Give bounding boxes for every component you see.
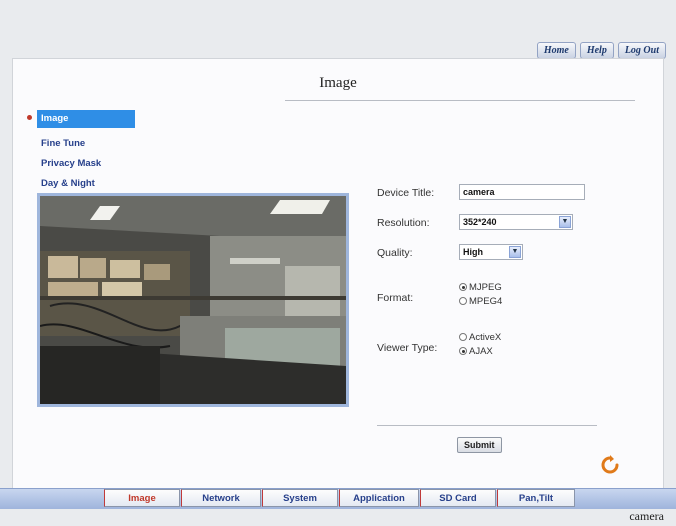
viewer-option-ajax[interactable]: AJAX: [459, 344, 501, 358]
tab-network[interactable]: Network: [181, 489, 261, 507]
viewer-type-label: Viewer Type:: [377, 342, 438, 354]
title-divider: [285, 100, 635, 101]
resolution-label: Resolution:: [377, 217, 430, 229]
form-divider: [377, 425, 597, 426]
chevron-down-icon: ▼: [559, 216, 571, 228]
home-button[interactable]: Home: [536, 42, 576, 59]
radio-unselected-icon: [459, 333, 467, 341]
side-menu: Image Fine Tune Privacy Mask Day & Night: [37, 110, 135, 195]
radio-selected-icon: [459, 347, 467, 355]
radio-selected-icon: [459, 283, 467, 291]
viewer-option-activex[interactable]: ActiveX: [459, 330, 501, 344]
page-title: Image: [319, 75, 357, 91]
main-tabs: Image Network System Application SD Card…: [104, 489, 576, 507]
top-navigation: Home Help Log Out: [536, 42, 666, 59]
tab-system[interactable]: System: [262, 489, 338, 507]
menu-item-fine-tune[interactable]: Fine Tune: [37, 135, 135, 149]
refresh-icon[interactable]: [600, 455, 620, 477]
menu-bullet-icon: [27, 115, 32, 120]
camera-live-view: [37, 193, 349, 407]
tab-image[interactable]: Image: [104, 489, 180, 507]
menu-item-day-night[interactable]: Day & Night: [37, 175, 135, 189]
quality-label: Quality:: [377, 247, 413, 259]
tab-pan-tilt[interactable]: Pan,Tilt: [497, 489, 575, 507]
main-panel: Image Image Fine Tune Privacy Mask Day &…: [12, 58, 664, 490]
viewer-option-activex-label: ActiveX: [469, 331, 502, 343]
resolution-select[interactable]: 352*240 ▼: [459, 214, 573, 230]
format-option-mpeg4[interactable]: MPEG4: [459, 294, 502, 308]
format-option-mjpeg-label: MJPEG: [469, 281, 502, 293]
format-option-mpeg4-label: MPEG4: [469, 295, 503, 307]
chevron-down-icon: ▼: [509, 246, 521, 258]
resolution-value: 352*240: [463, 217, 497, 227]
device-title-input[interactable]: camera: [459, 184, 585, 200]
logout-button[interactable]: Log Out: [617, 42, 666, 59]
help-button[interactable]: Help: [579, 42, 614, 59]
radio-unselected-icon: [459, 297, 467, 305]
menu-item-privacy-mask[interactable]: Privacy Mask: [37, 155, 135, 169]
submit-button[interactable]: Submit: [457, 437, 502, 453]
format-option-mjpeg[interactable]: MJPEG: [459, 280, 502, 294]
menu-item-image[interactable]: Image: [37, 110, 135, 128]
device-title-label: Device Title:: [377, 187, 435, 199]
quality-value: High: [463, 247, 483, 257]
viewer-option-ajax-label: AJAX: [469, 345, 493, 357]
tab-sd-card[interactable]: SD Card: [420, 489, 496, 507]
camera-feed-image: [40, 196, 346, 404]
quality-select[interactable]: High ▼: [459, 244, 523, 260]
tab-application[interactable]: Application: [339, 489, 419, 507]
format-label: Format:: [377, 292, 414, 304]
footer-brand: camera: [629, 509, 664, 523]
